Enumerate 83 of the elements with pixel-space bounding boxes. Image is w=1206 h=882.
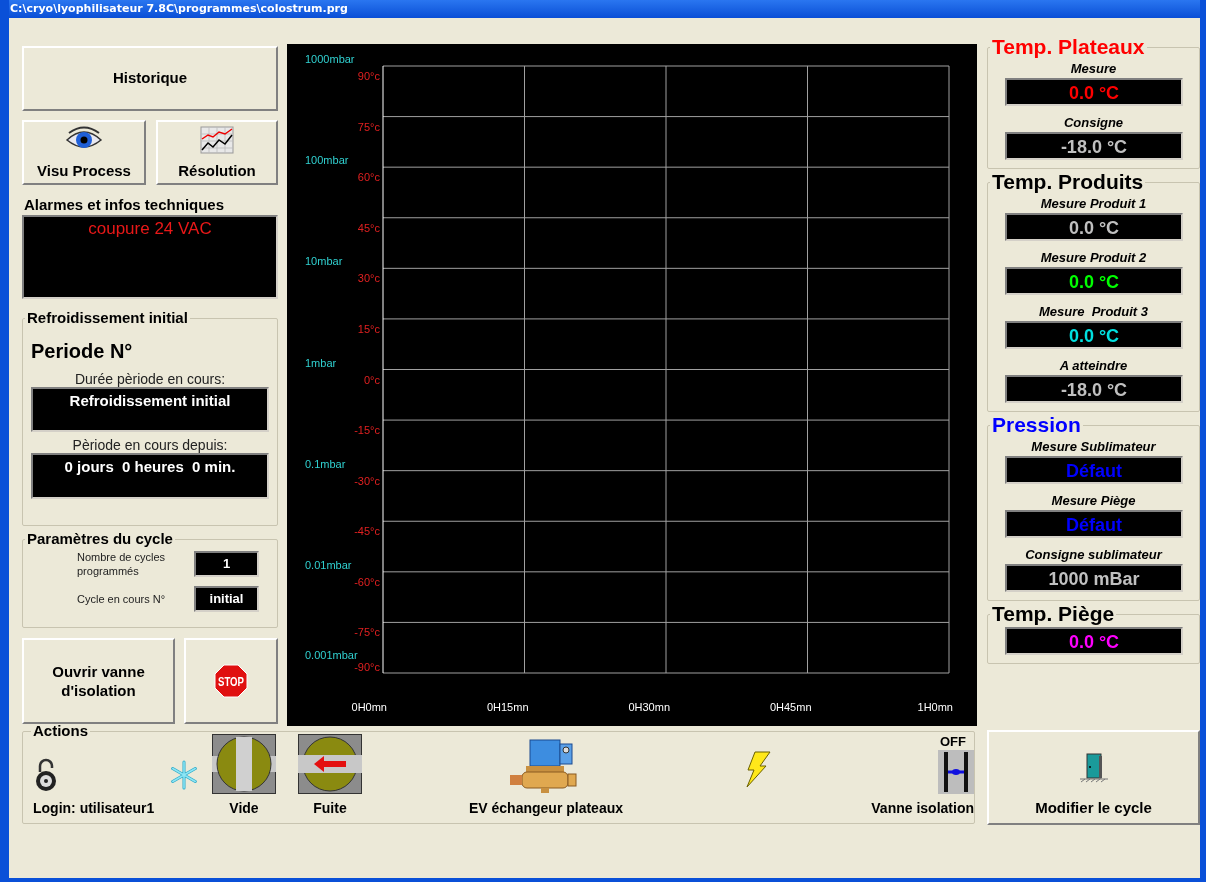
temperature-axis-label: 75°c [357, 120, 380, 133]
arrow-valve-icon [298, 734, 362, 794]
lightning-icon [745, 750, 771, 788]
temperature-axis-label: -75°c [354, 626, 380, 639]
history-button[interactable]: Historique [22, 46, 278, 111]
reading-value: -18.0 °C [1060, 137, 1127, 157]
alarms-title: Alarmes et infos techniques [23, 196, 226, 213]
period-display: Refroidissement initial [31, 387, 269, 432]
panel-title: Temp. Produits [991, 171, 1145, 193]
temperature-axis-label: 45°c [357, 221, 380, 234]
temperature-axis-label: -45°c [354, 525, 380, 538]
temperature-axis-label: 15°c [357, 322, 380, 335]
reading-value: 0.0 °C [1068, 218, 1119, 238]
pressure-axis-label: 10mbar [305, 255, 343, 268]
alarm-message: coupure 24 VAC [88, 219, 212, 239]
temperature-axis-label: 90°c [357, 70, 380, 82]
modify-cycle-button[interactable]: Modifier le cycle [987, 730, 1200, 825]
time-axis-label: 0H30mn [628, 701, 670, 713]
action-label: Vanne isolation [871, 800, 974, 816]
temperature-axis-label: -30°c [354, 474, 380, 487]
stop-button[interactable]: STOP [184, 638, 278, 724]
elapsed-display: 0 jours 0 heures 0 min. [31, 453, 269, 499]
reading-value: 0.0 °C [1068, 326, 1119, 346]
reading-label: A atteindre [1059, 357, 1128, 375]
parameter-label: Cycle en cours N° [76, 592, 167, 606]
pressure-axis-label: 100mbar [305, 154, 349, 167]
reading-label: Mesure Produit 3 [1038, 303, 1149, 321]
temperature-axis-label: 30°c [357, 272, 380, 285]
parameter-label: Nombre de cycles programmés [76, 550, 167, 578]
temperature-axis-label: 60°c [357, 171, 380, 184]
rotary-valve-icon [212, 734, 276, 794]
group-title: Paramètres du cycle [26, 530, 174, 548]
field-label: Durée pèriode en cours: [73, 371, 227, 387]
reading-value: Défaut [1065, 461, 1122, 481]
reading-label: Consigne sublimateur [1025, 546, 1162, 564]
reading-value: 0.0 °C [1068, 632, 1119, 652]
panel-title: Temp. Piège [991, 603, 1116, 625]
temperature-axis-label: 0°c [363, 373, 380, 386]
action-label: Vide [229, 800, 259, 816]
pressure-axis-label: 0.001mbar [305, 649, 358, 661]
reading-value: Défaut [1065, 515, 1122, 535]
stop-sign-icon: STOP [214, 664, 248, 698]
action-label: EV échangeur plateaux [468, 800, 624, 816]
group-title: Refroidissement initial [26, 309, 189, 327]
reading-label: Mesure Produit 1 [1040, 195, 1147, 213]
parameter-display: 1 [194, 551, 259, 577]
valve-status: OFF [940, 735, 966, 749]
reading-label: Mesure [1070, 60, 1117, 78]
panel-title: Pression [991, 414, 1082, 436]
isolation-valve-icon [938, 750, 974, 794]
temperature-axis-label: -15°c [354, 424, 380, 437]
pressure-axis-label: 0.01mbar [305, 558, 352, 571]
time-axis-label: 0H45mn [769, 701, 812, 713]
reading-label: Mesure Piège [1051, 492, 1136, 510]
pressure-axis-label: 1mbar [305, 356, 337, 369]
reading-label: Consigne [1063, 114, 1124, 132]
snowflake-icon [169, 760, 199, 790]
action-label: Fuite [313, 800, 347, 816]
reading-label: Mesure Sublimateur [1031, 438, 1156, 456]
group-title: Actions [32, 722, 89, 740]
reading-value: 1000 mBar [1047, 569, 1140, 589]
time-axis-label: 0H0mn [351, 701, 387, 713]
parameter-display: initial [194, 586, 259, 612]
time-axis-label: 0H15mn [486, 701, 529, 713]
reading-value: 0.0 °C [1068, 83, 1119, 103]
reading-value: -18.0 °C [1060, 380, 1127, 400]
temperature-axis-label: -60°c [354, 575, 380, 588]
action-label: Login: utilisateur1 [33, 800, 155, 816]
padlock-icon [35, 758, 57, 792]
open-isolation-valve-button[interactable]: Ouvrir vanne d'isolation [22, 638, 175, 724]
line-graph-icon [199, 124, 235, 155]
pressure-axis-label: 1000mbar [305, 53, 355, 65]
resolution-button[interactable]: Résolution [156, 120, 278, 185]
window-title: C:\cryo\lyophilisateur 7.8C\programmes\colostrum.prg [10, 0, 348, 17]
field-label: Pèriode en cours depuis: [71, 437, 229, 453]
reading-value: 0.0 °C [1068, 272, 1119, 292]
panel-title: Temp. Plateaux [991, 36, 1146, 58]
visu-process-button[interactable]: Visu Process [22, 120, 146, 185]
pressure-axis-label: 0.1mbar [305, 457, 346, 470]
time-axis-label: 1H0mn [917, 701, 953, 713]
reading-label: Mesure Produit 2 [1040, 249, 1147, 267]
temperature-axis-label: -90°c [354, 661, 380, 673]
period-heading: Periode N° [31, 339, 134, 363]
